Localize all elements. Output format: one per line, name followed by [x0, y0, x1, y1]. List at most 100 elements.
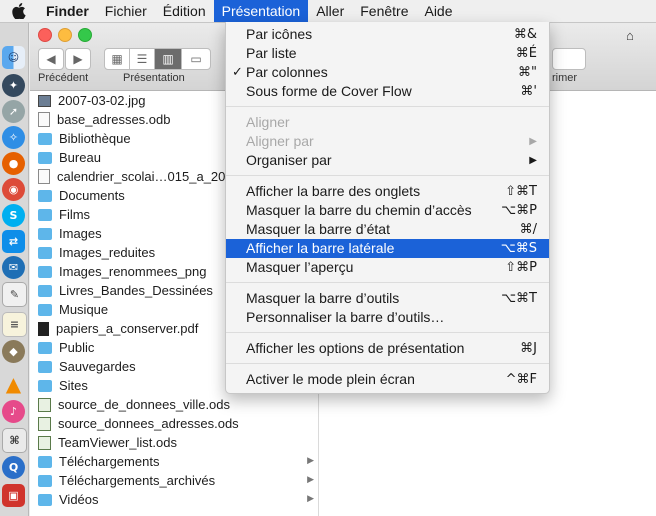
- menu-item-label: Afficher les options de présentation: [246, 340, 465, 356]
- list-item-label: Vidéos: [59, 492, 99, 507]
- list-item-label: 2007-03-02.jpg: [58, 93, 146, 108]
- menu-item-shortcut: ⇧⌘T: [505, 184, 537, 199]
- list-item[interactable]: source_donnees_adresses.ods: [30, 414, 318, 433]
- menu-item-label: Afficher la barre latérale: [246, 240, 395, 256]
- grid-icon: ▦: [111, 52, 123, 66]
- folder-icon: [38, 455, 52, 468]
- checkmark-icon: ✓: [232, 65, 243, 80]
- document-icon: [38, 112, 50, 127]
- menu-presentation[interactable]: Présentation: [213, 0, 309, 22]
- menu-item-coverflow[interactable]: Sous forme de Cover Flow ⌘': [226, 82, 549, 101]
- list-item-label: Livres_Bandes_Dessinées: [59, 283, 213, 298]
- menu-item-shortcut: ⌘&: [513, 27, 537, 42]
- window-title: ⌂: [626, 28, 634, 43]
- menu-item-show-sidebar[interactable]: Afficher la barre latérale ⌥⌘S: [226, 239, 549, 258]
- list-item[interactable]: Vidéos ▶: [30, 490, 318, 509]
- remote-icon[interactable]: ⌘: [2, 428, 27, 453]
- teamviewer-icon[interactable]: ⇄: [2, 230, 25, 253]
- trash-button[interactable]: [552, 48, 586, 70]
- list-item-label: papiers_a_conserver.pdf: [56, 321, 199, 336]
- list-item-label: Images_reduites: [59, 245, 156, 260]
- list-view-button[interactable]: ☰: [129, 48, 155, 70]
- menu-separator: [226, 106, 549, 107]
- quicktime-icon[interactable]: Q: [2, 456, 25, 479]
- textedit-icon[interactable]: ✎: [2, 282, 27, 307]
- apple-icon[interactable]: [12, 3, 26, 19]
- icon-view-button[interactable]: ▦: [104, 48, 130, 70]
- list-item[interactable]: Téléchargements ▶: [30, 452, 318, 471]
- launchpad-icon[interactable]: ✦: [2, 74, 25, 97]
- dock: ☺ ✦ ➚ ✧ ● ◉ S ⇄ ✉ ✎ ≡ ◆ ▲ ♪ ⌘ Q ▣: [0, 22, 29, 516]
- list-item-label: Bibliothèque: [59, 131, 131, 146]
- folder-icon: [38, 474, 52, 487]
- list-item-label: Sites: [59, 378, 88, 393]
- skype-icon[interactable]: S: [2, 204, 25, 227]
- menu-separator: [226, 175, 549, 176]
- menu-item-show-tab-bar[interactable]: Afficher la barre des onglets ⇧⌘T: [226, 182, 549, 201]
- itunes-icon[interactable]: ♪: [2, 400, 25, 423]
- menu-item-show-view-options[interactable]: Afficher les options de présentation ⌘J: [226, 339, 549, 358]
- zoom-button[interactable]: [78, 28, 92, 42]
- presentation-icon[interactable]: ▣: [2, 484, 25, 507]
- list-item-label: Images: [59, 226, 102, 241]
- folder-icon: [38, 284, 52, 297]
- image-icon: [38, 94, 51, 107]
- menu-item-sort-by[interactable]: Organiser par ▶: [226, 151, 549, 170]
- menu-item-label: Masquer la barre d’état: [246, 221, 390, 237]
- menu-fichier[interactable]: Fichier: [97, 0, 155, 22]
- menu-item-shortcut: ⌘': [520, 84, 537, 99]
- folder-icon: [38, 265, 52, 278]
- list-item-label: Films: [59, 207, 91, 222]
- list-item[interactable]: TeamViewer_list.ods: [30, 433, 318, 452]
- presentation-menu: Par icônes ⌘& Par liste ⌘É ✓ Par colonnes ⌘" So…: [225, 22, 550, 394]
- coverflow-view-button[interactable]: ▭: [181, 48, 211, 70]
- list-item-label: Images_renommees_png: [59, 264, 207, 279]
- folder-icon: [38, 208, 52, 221]
- folder-icon: [38, 341, 52, 354]
- menu-item-label: Activer le mode plein écran: [246, 371, 415, 387]
- menu-aller[interactable]: Aller: [308, 0, 352, 22]
- menu-item-hide-path-bar[interactable]: Masquer la barre du chemin d’accès ⌥⌘P: [226, 201, 549, 220]
- menu-item-enter-fullscreen[interactable]: Activer le mode plein écran ^⌘F: [226, 370, 549, 389]
- close-button[interactable]: [38, 28, 52, 42]
- menu-item-hide-toolbar[interactable]: Masquer la barre d’outils ⌥⌘T: [226, 289, 549, 308]
- folder-icon: [38, 246, 52, 259]
- thunderbird-icon[interactable]: ✉: [2, 256, 25, 279]
- menu-item-label: Masquer la barre d’outils: [246, 290, 400, 306]
- menu-item-hide-preview[interactable]: Masquer l’aperçu ⇧⌘P: [226, 258, 549, 277]
- menu-item-icons[interactable]: Par icônes ⌘&: [226, 25, 549, 44]
- back-button[interactable]: ◀: [38, 48, 64, 70]
- document-icon: [38, 169, 50, 184]
- minimize-button[interactable]: [58, 28, 72, 42]
- safari-icon[interactable]: ✧: [2, 126, 25, 149]
- list-item-label: source_de_donnees_ville.ods: [58, 397, 231, 412]
- menu-item-shortcut: ^⌘F: [505, 372, 537, 387]
- list-item[interactable]: source_de_donnees_ville.ods: [30, 395, 318, 414]
- menu-item-shortcut: ⌘É: [515, 46, 537, 61]
- chrome-icon[interactable]: ◉: [2, 178, 25, 201]
- menu-fenetre[interactable]: Fenêtre: [352, 0, 416, 22]
- firefox-icon[interactable]: ●: [2, 152, 25, 175]
- menu-item-customize-toolbar[interactable]: Personnaliser la barre d’outils…: [226, 308, 549, 327]
- menu-item-list[interactable]: Par liste ⌘É: [226, 44, 549, 63]
- finder-icon[interactable]: ☺: [2, 46, 25, 69]
- forward-button[interactable]: ▶: [65, 48, 91, 70]
- list-item-label: Documents: [59, 188, 125, 203]
- gimp-icon[interactable]: ◆: [2, 340, 25, 363]
- vlc-icon[interactable]: ▲: [2, 372, 25, 396]
- menu-item-columns[interactable]: ✓ Par colonnes ⌘": [226, 63, 549, 82]
- submenu-arrow-icon: ▶: [529, 155, 537, 166]
- menu-finder[interactable]: Finder: [46, 0, 97, 22]
- menu-item-shortcut: ⌘": [518, 65, 537, 80]
- column-view-button[interactable]: ▥: [154, 48, 182, 70]
- list-item[interactable]: Téléchargements_archivés ▶: [30, 471, 318, 490]
- chevron-right-icon: ▶: [73, 52, 83, 66]
- notes-icon[interactable]: ≡: [2, 312, 27, 337]
- menu-item-align-by: Aligner par ▶: [226, 132, 549, 151]
- menu-item-hide-status-bar[interactable]: Masquer la barre d’état ⌘/: [226, 220, 549, 239]
- list-item-label: source_donnees_adresses.ods: [58, 416, 239, 431]
- menu-aide[interactable]: Aide: [416, 0, 460, 22]
- menu-item-label: Sous forme de Cover Flow: [246, 83, 412, 99]
- menu-edition[interactable]: Édition: [155, 0, 214, 22]
- rocket-icon[interactable]: ➚: [2, 100, 25, 123]
